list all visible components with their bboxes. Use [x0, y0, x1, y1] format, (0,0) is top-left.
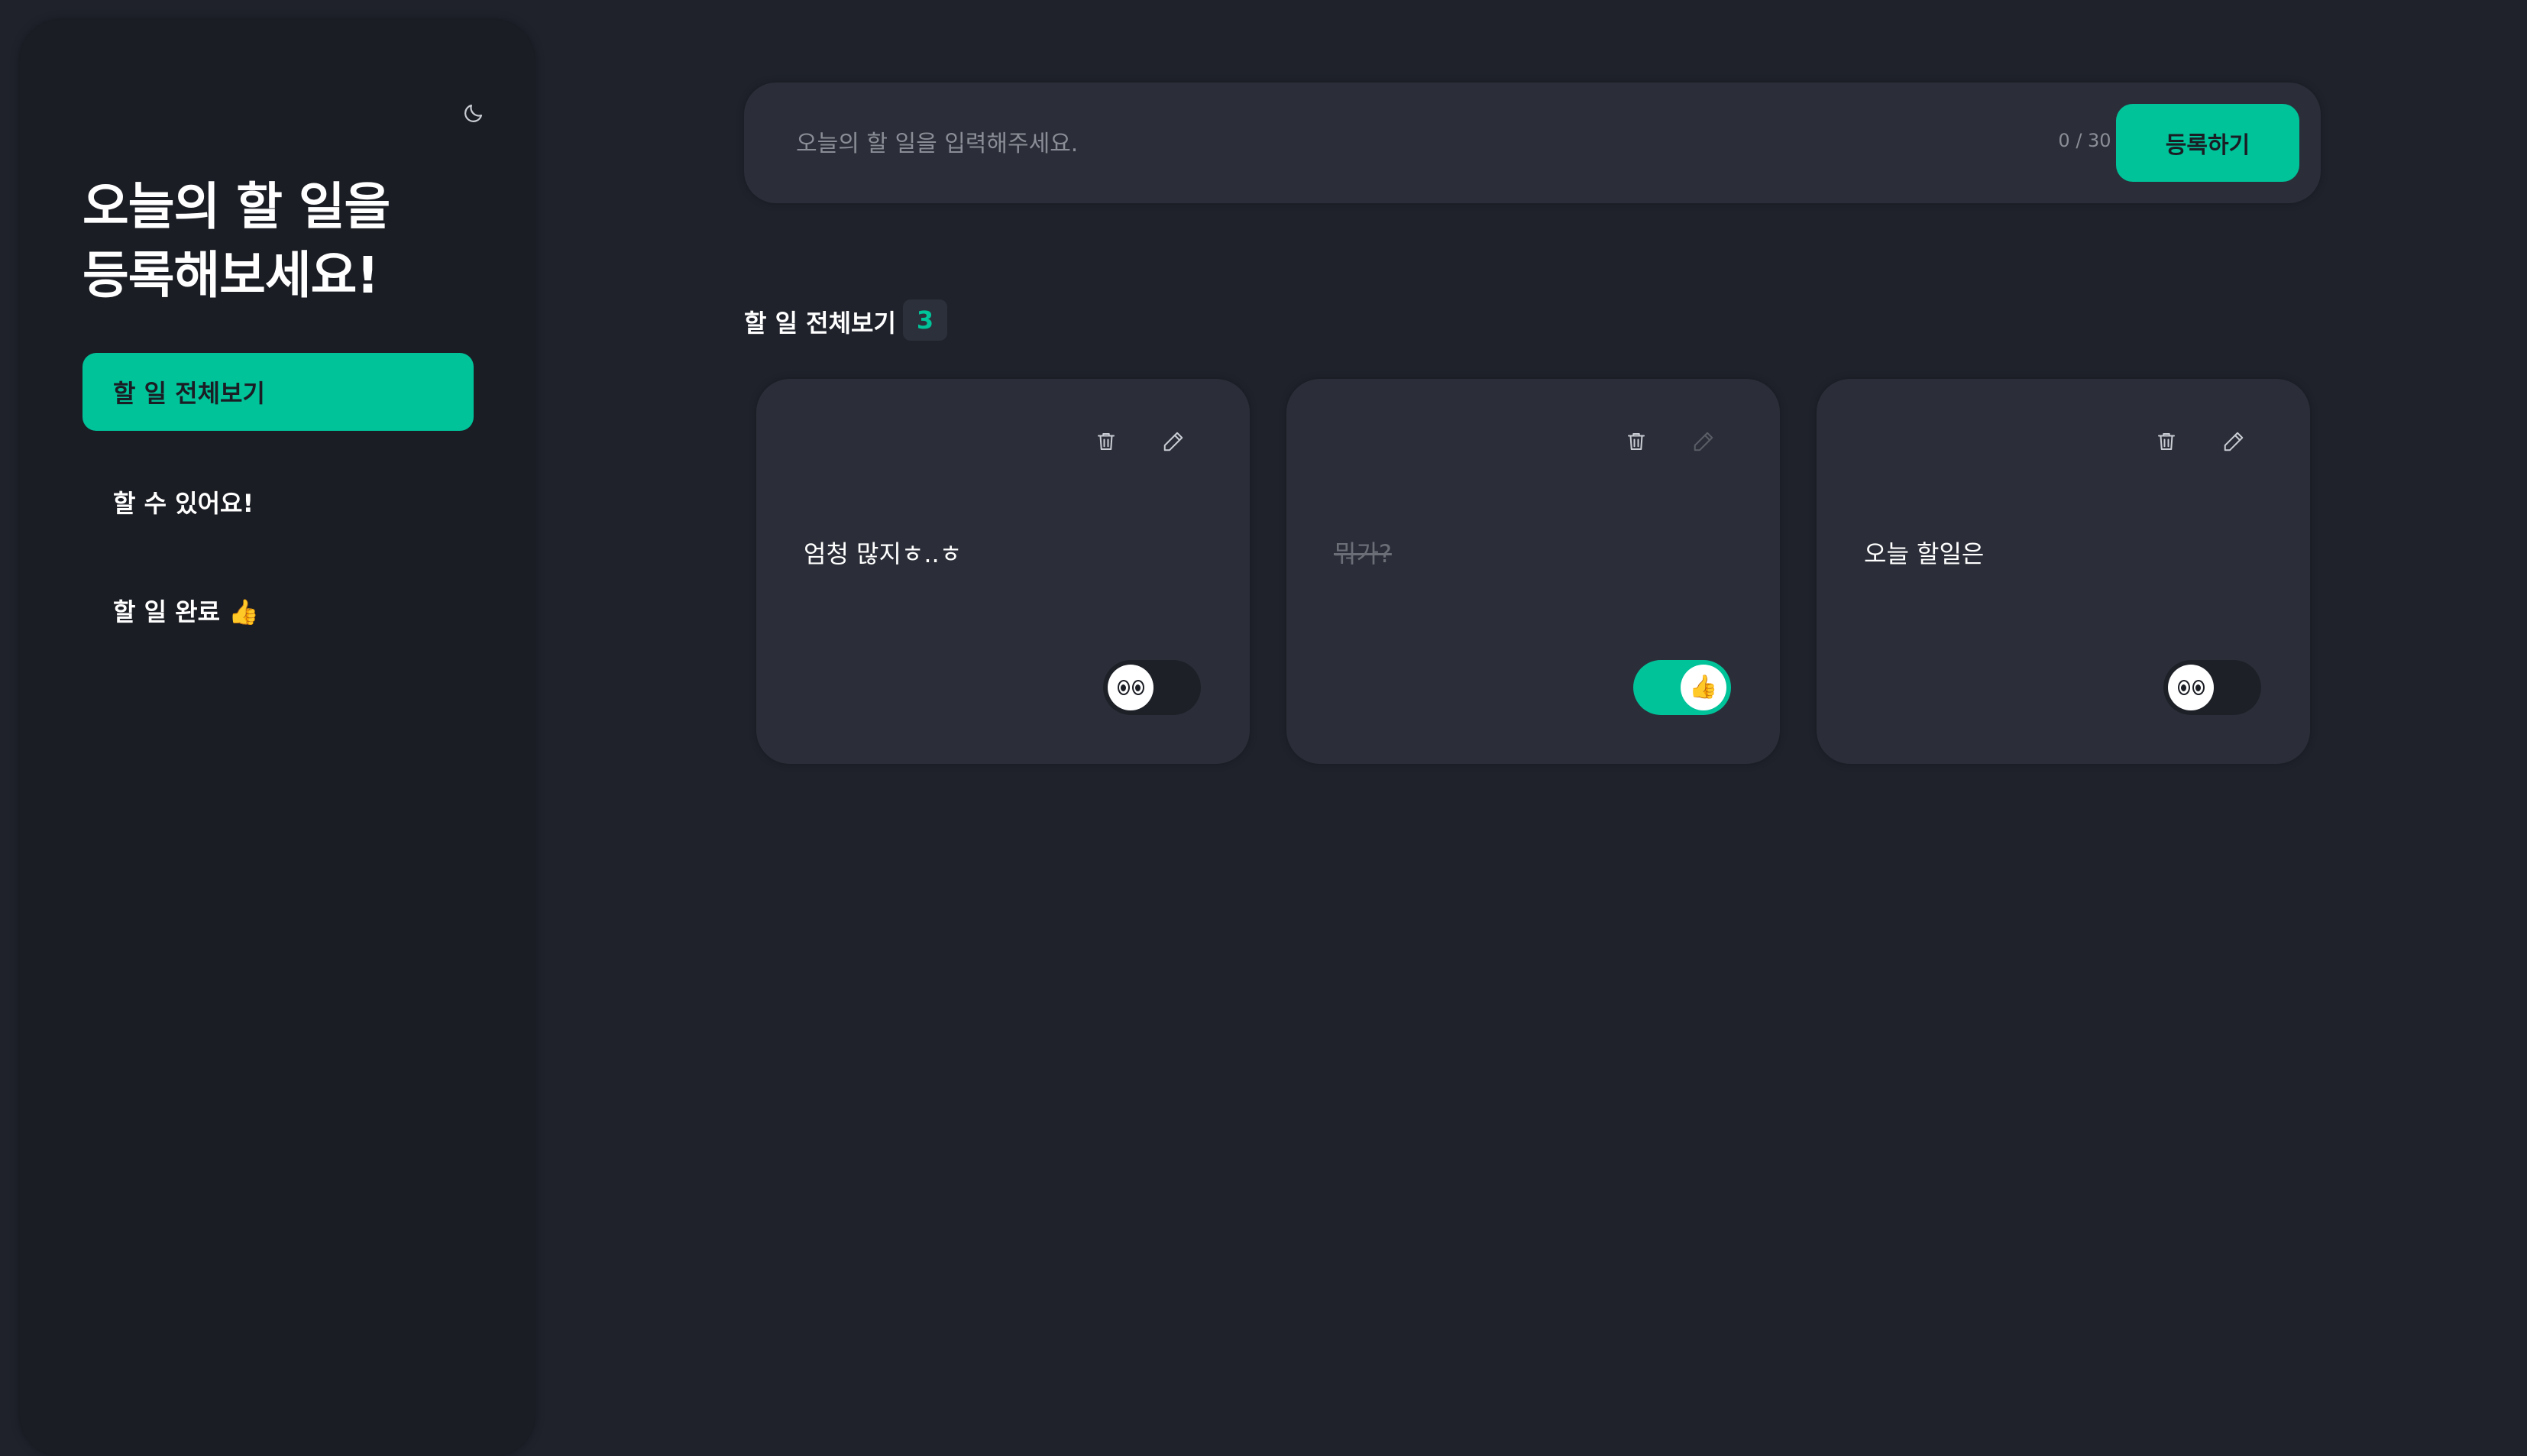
- nav-item-done[interactable]: 할 일 완료 👍: [83, 571, 474, 649]
- trash-icon: [1098, 433, 1115, 450]
- todo-card: 엄청 많지ㅎ..ㅎ: [756, 379, 1250, 764]
- edit-button[interactable]: [2212, 420, 2255, 463]
- todo-text: 오늘 할일은: [1864, 539, 1985, 568]
- todo-card: 뭐가? 👍: [1286, 379, 1780, 764]
- thumbs-up-icon: 👍: [1689, 674, 1718, 700]
- complete-toggle[interactable]: [1103, 660, 1201, 715]
- delete-button[interactable]: [1085, 420, 1128, 463]
- todo-card: 오늘 할일은: [1817, 379, 2310, 764]
- eyes-icon: [2177, 680, 2205, 695]
- pencil-icon: [2224, 432, 2244, 451]
- complete-toggle[interactable]: [2163, 660, 2261, 715]
- toggle-knob: 👍: [1681, 665, 1726, 710]
- delete-button[interactable]: [2145, 420, 2188, 463]
- page-title: 오늘의 할 일을 등록해보세요!: [83, 173, 510, 310]
- nav-item-label: 할 일 전체보기: [113, 379, 265, 408]
- edit-button[interactable]: [1152, 420, 1195, 463]
- trash-icon: [1628, 433, 1645, 450]
- sidebar: 오늘의 할 일을 등록해보세요! 할 일 전체보기 할 수 있어요! 할 일 완…: [20, 20, 535, 1456]
- delete-button[interactable]: [1615, 420, 1658, 463]
- list-title: 할 일 전체보기: [744, 309, 896, 338]
- toggle-knob: [1108, 665, 1153, 710]
- todo-text: 엄청 많지ㅎ..ㅎ: [804, 539, 963, 568]
- nav-item-todo[interactable]: 할 수 있어요!: [83, 463, 474, 541]
- count-badge: 3: [903, 299, 947, 341]
- moon-icon: [464, 104, 483, 122]
- todo-text: 뭐가?: [1334, 539, 1392, 568]
- todo-input[interactable]: [794, 113, 1943, 174]
- title-line-1: 오늘의 할 일을: [83, 177, 390, 236]
- submit-button[interactable]: 등록하기: [2116, 104, 2299, 182]
- nav-item-all[interactable]: 할 일 전체보기: [83, 353, 474, 431]
- complete-toggle[interactable]: 👍: [1633, 660, 1731, 715]
- pencil-icon: [1163, 432, 1183, 451]
- edit-button: [1682, 420, 1725, 463]
- title-line-2: 등록해보세요!: [83, 246, 379, 305]
- theme-toggle-button[interactable]: [442, 81, 506, 145]
- toggle-knob: [2168, 665, 2214, 710]
- todo-input-bar: 0 / 30 등록하기: [744, 83, 2321, 203]
- nav-item-label: 할 일 완료 👍: [113, 597, 260, 626]
- nav-item-label: 할 수 있어요!: [113, 489, 254, 518]
- eyes-icon: [1117, 680, 1144, 695]
- trash-icon: [2158, 433, 2175, 450]
- pencil-icon: [1694, 432, 1713, 451]
